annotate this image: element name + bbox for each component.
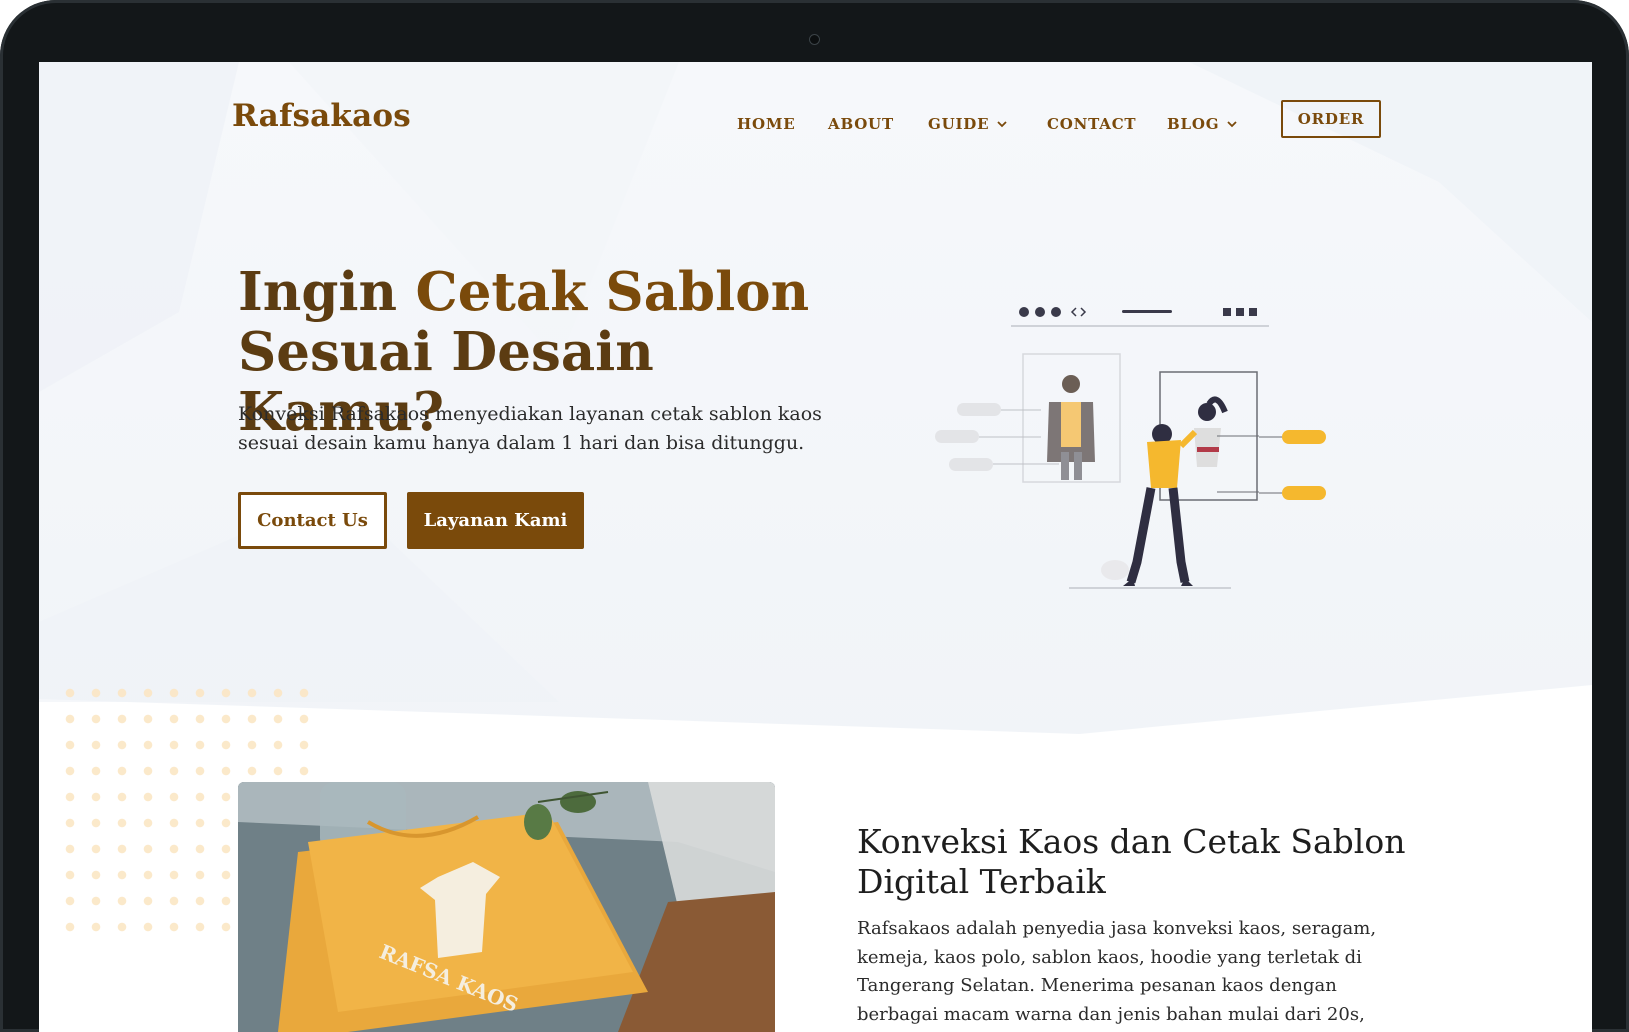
camera-dot-icon	[809, 34, 820, 45]
tshirt-photo: RAFSA KAOS	[238, 782, 775, 1032]
hero-subtitle: Konveksi Rafsakaos menyediakan layanan c…	[238, 403, 822, 454]
about-paragraph: Rafsakaos adalah penyedia jasa konveksi …	[857, 918, 1377, 1025]
hero-illustration	[935, 307, 1326, 589]
nav-item-label: GUIDE	[928, 115, 990, 133]
chevron-down-icon	[997, 121, 1007, 128]
laptop-device: Rafsakaos HOME ABOUT GUIDE CONTACT BLOG …	[0, 0, 1629, 1032]
contact-us-button[interactable]: Contact Us	[238, 492, 387, 549]
tshirt-photo-graphic: RAFSA KAOS	[238, 782, 775, 1032]
top-navigation: Rafsakaos HOME ABOUT GUIDE CONTACT BLOG …	[39, 62, 1592, 182]
nav-item-label: HOME	[737, 115, 796, 133]
browser-bar-graphic	[1011, 307, 1269, 327]
about-title: Konveksi Kaos dan Cetak Sablon Digital T…	[857, 822, 1406, 901]
browser-screen: Rafsakaos HOME ABOUT GUIDE CONTACT BLOG …	[39, 62, 1592, 1032]
nav-item-contact[interactable]: CONTACT	[1047, 114, 1136, 134]
nav-item-guide[interactable]: GUIDE	[928, 114, 1009, 134]
nav-item-label: ABOUT	[828, 115, 894, 133]
nav-item-label: BLOG	[1167, 115, 1220, 133]
chevron-down-icon	[1227, 121, 1237, 128]
hero-title-accent: Cetak Sablon	[415, 261, 810, 323]
nav-item-about[interactable]: ABOUT	[828, 114, 894, 134]
right-frame-figure	[1159, 371, 1326, 501]
order-button[interactable]: ORDER	[1281, 100, 1381, 138]
site-logo[interactable]: Rafsakaos	[232, 98, 411, 134]
nav-item-home[interactable]: HOME	[737, 114, 795, 134]
nav-item-label: CONTACT	[1047, 115, 1137, 133]
hero-title-part1: Ingin	[238, 261, 416, 323]
woman-figure	[1123, 424, 1198, 586]
nav-item-blog[interactable]: BLOG	[1167, 114, 1239, 134]
ground-and-plant	[1069, 560, 1231, 589]
left-frame-figure	[935, 353, 1121, 483]
services-button[interactable]: Layanan Kami	[407, 492, 584, 549]
